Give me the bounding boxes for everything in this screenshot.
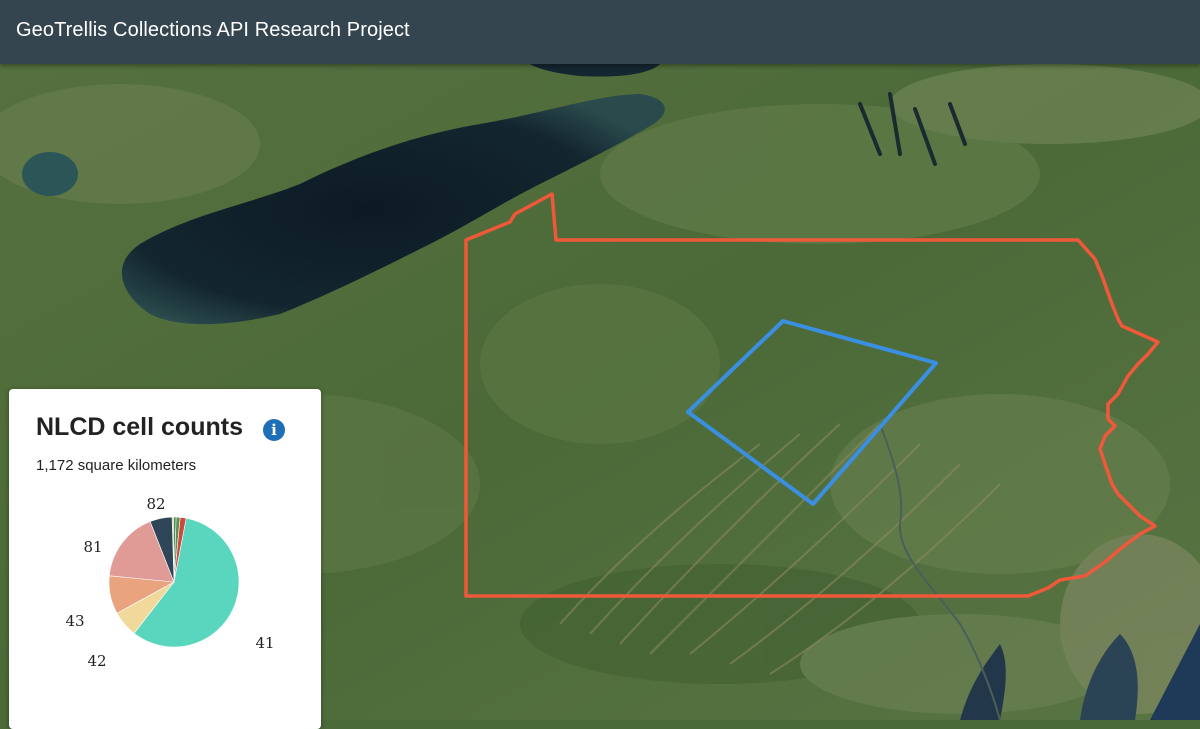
pie-label-43: 43 [65,612,84,630]
nlcd-panel: NLCD cell counts i 1,172 square kilomete… [9,389,321,729]
top-navbar: GeoTrellis Collections API Research Proj… [0,0,1200,64]
lake-st-clair [22,152,78,196]
app-title[interactable]: GeoTrellis Collections API Research Proj… [16,19,410,42]
pie-label-41: 41 [255,634,274,652]
panel-title: NLCD cell counts [36,413,243,441]
info-icon[interactable]: i [263,419,285,441]
pie-label-81: 81 [83,538,102,556]
pie-label-82: 82 [146,495,165,513]
area-summary: 1,172 square kilometers [36,457,197,474]
nlcd-pie-chart: 41 42 43 81 82 [65,495,274,670]
pie-label-42: 42 [87,652,106,670]
